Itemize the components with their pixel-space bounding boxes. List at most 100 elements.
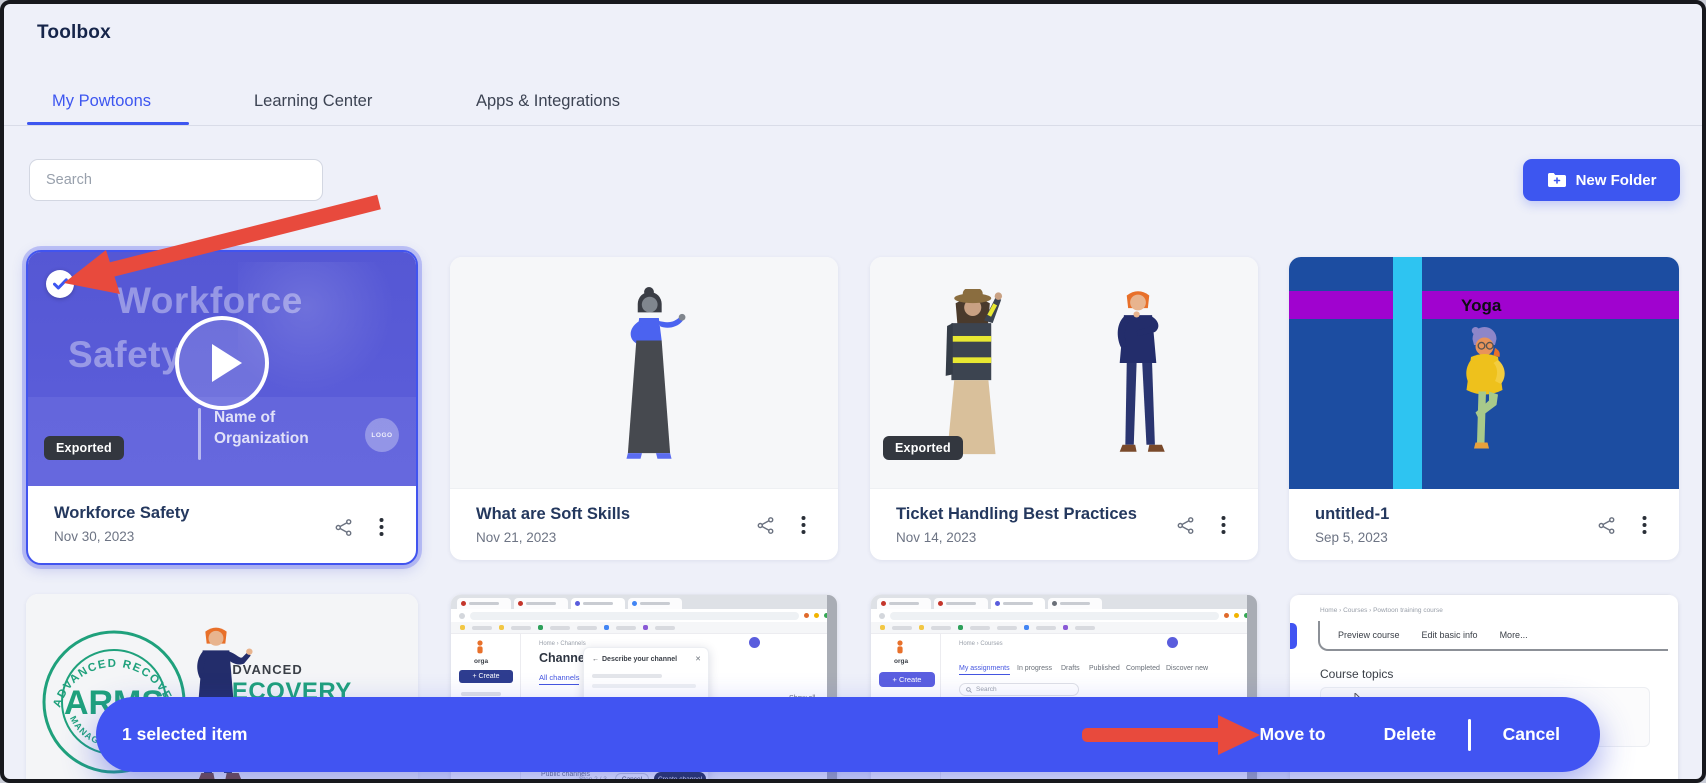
share-icon [334,518,353,537]
exported-badge: Exported [883,436,963,460]
course-tab-2: More... [1500,630,1528,640]
course-tab-1: Edit basic info [1422,630,1478,640]
share-icon [756,516,775,535]
search-icon [966,687,972,693]
tabs-divider [4,125,1706,126]
card-footer-text: Ticket Handling Best Practices Nov 14, 2… [896,505,1137,545]
screenshot-tab-all-channels: All channels [539,673,579,685]
browser-address-bar [451,609,837,622]
powtoon-date: Sep 5, 2023 [1315,530,1389,545]
workforce-safety-thumbnail: Workforce Safety Name ofOrganization LOG… [28,252,416,486]
powtoon-card-ticket-handling[interactable]: Exported Ticket Handling Best Practices … [870,257,1258,560]
search-input[interactable] [29,159,323,201]
screenshot-create-button: + Create [879,672,935,687]
kebab-menu-icon [801,515,806,535]
share-button[interactable] [330,514,356,540]
orga-logo-mascot [473,640,487,658]
courses-tab-0: My assignments [959,665,1010,675]
card-menu-button[interactable] [368,514,394,540]
tab-learning-center[interactable]: Learning Center [254,92,372,111]
powtoon-title: What are Soft Skills [476,505,630,524]
delete-button[interactable]: Delete [1370,716,1451,753]
powtoon-card-workforce-safety[interactable]: Workforce Safety Name ofOrganization LOG… [26,250,418,565]
screenshot-breadcrumb: Home › Courses › Powtoon training course [1320,607,1443,614]
tab-apps-integrations[interactable]: Apps & Integrations [476,92,620,111]
browser-bookmarks-bar [871,622,1257,634]
action-bar-divider [1468,719,1471,751]
orga-logo-mascot [893,640,907,658]
powtoon-date: Nov 14, 2023 [896,530,1137,545]
thumb-org-divider [198,408,201,460]
screenshot-tab-strip: Preview course Edit basic info More... [1318,621,1668,651]
powtoon-date: Nov 21, 2023 [476,530,630,545]
card-menu-button[interactable] [1631,512,1657,538]
thumb-text-line2: Safety [68,334,182,376]
share-button[interactable] [1172,512,1198,538]
card-footer-text: Workforce Safety Nov 30, 2023 [54,504,189,544]
new-folder-button[interactable]: New Folder [1523,159,1680,201]
screenshot-heading: Course topics [1320,667,1393,681]
screenshot-avatar [749,637,760,648]
card-menu-button[interactable] [1210,512,1236,538]
yoga-thumbnail: Yoga [1289,257,1679,489]
exported-badge: Exported [44,436,124,460]
powtoon-title: Workforce Safety [54,504,189,523]
browser-tab-strip [871,595,1257,609]
selection-action-bar: 1 selected item Move to Delete Cancel [96,697,1600,772]
powtoon-card-untitled-1[interactable]: Yoga untitled-1 Sep 5, 2023 [1289,257,1679,560]
powtoon-date: Nov 30, 2023 [54,529,189,544]
screenshot-create-channel-button: Create channel [654,772,706,783]
share-icon [1176,516,1195,535]
kebab-menu-icon [1642,515,1647,535]
card-footer-text: untitled-1 Sep 5, 2023 [1315,505,1389,545]
cancel-button[interactable]: Cancel [1489,716,1574,753]
play-icon [212,344,242,382]
modal-close-icon: ✕ [695,655,701,663]
selection-checkbox[interactable] [46,270,74,298]
move-to-button[interactable]: Move to [1245,716,1339,753]
share-button[interactable] [752,512,778,538]
browser-tab-strip [451,595,837,609]
soft-skills-thumbnail [450,257,838,489]
tab-my-powtoons[interactable]: My Powtoons [52,92,151,111]
firefighter-character-illustration [922,289,1032,457]
courses-tab-2: Drafts [1061,665,1080,672]
orga-logo-text: orga [894,658,908,665]
modal-title: Describe your channel [602,656,677,663]
powtoon-title: untitled-1 [1315,505,1389,524]
play-button[interactable] [175,316,269,410]
share-icon [1597,516,1616,535]
page-title: Toolbox [37,22,111,44]
screenshot-search-field: Search [959,683,1079,696]
kebab-menu-icon [1221,515,1226,535]
card-footer-text: What are Soft Skills Nov 21, 2023 [476,505,630,545]
selected-count-text: 1 selected item [122,724,1245,745]
screenshot-step-indicator: Step 2 / 3 [579,776,607,783]
powtoon-card-soft-skills[interactable]: What are Soft Skills Nov 21, 2023 [450,257,838,560]
woman-character-illustration [606,287,692,463]
ticket-handling-thumbnail: Exported [870,257,1258,489]
courses-tab-3: Published [1089,665,1120,672]
screenshot-create-button: + Create [459,670,513,683]
suit-man-character-illustration [1095,287,1181,463]
screenshot-avatar [1167,637,1178,648]
folder-plus-icon [1547,172,1567,188]
app-window: Toolbox My Powtoons Learning Center Apps… [0,0,1706,783]
courses-tab-5: Discover new [1166,665,1208,672]
powtoon-title: Ticket Handling Best Practices [896,505,1137,524]
screenshot-breadcrumb: Home › Courses [959,641,1003,647]
share-button[interactable] [1593,512,1619,538]
courses-tab-4: Completed [1126,665,1160,672]
screenshot-search-placeholder: Search [976,686,997,693]
new-folder-label: New Folder [1576,172,1657,189]
courses-tab-1: In progress [1017,665,1052,672]
modal-back-arrow: ← [592,656,599,663]
thumb-org-name: Name ofOrganization [214,408,309,450]
screenshot-cancel-button: Cancel [615,773,649,783]
check-icon [53,278,68,290]
screenshot-breadcrumb: Home › Channels [539,641,586,647]
browser-bookmarks-bar [451,622,837,634]
thumb-logo-circle: LOGO [365,418,399,452]
thumb-text-line1: Workforce [116,280,303,322]
card-menu-button[interactable] [790,512,816,538]
